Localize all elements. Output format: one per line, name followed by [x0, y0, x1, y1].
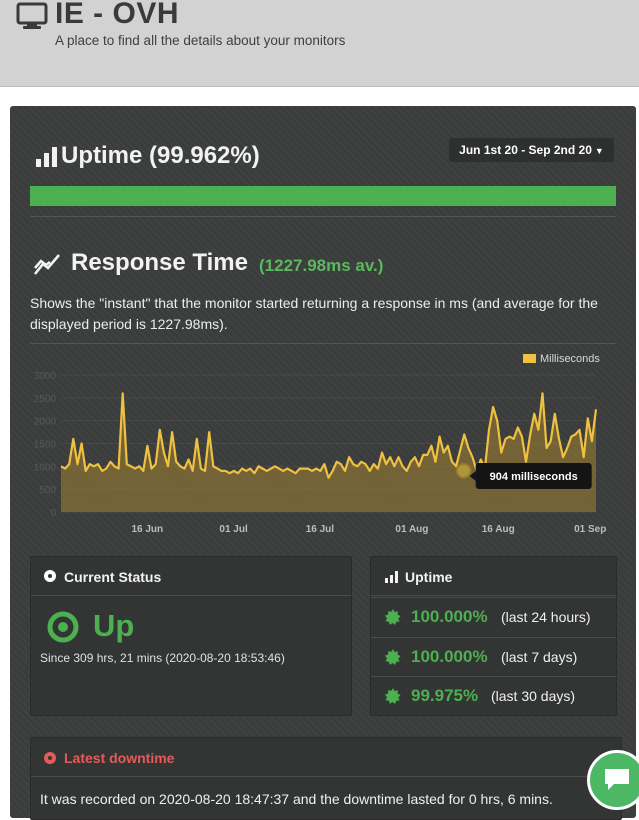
x-tick-label: 01 Sep: [574, 524, 606, 535]
y-tick-label: 1500: [34, 440, 57, 451]
bar-chart-icon: [385, 571, 398, 583]
y-tick-label: 0: [50, 508, 56, 519]
uptime-row: 100.000% (last 24 hours): [371, 597, 616, 636]
x-tick-label: 16 Jun: [131, 524, 163, 535]
status-since: Since 309 hrs, 21 mins (2020-08-20 18:53…: [40, 651, 285, 665]
area-fill: [61, 393, 596, 512]
status-value: Up: [93, 608, 135, 643]
uptime-period: (last 30 days): [491, 688, 576, 704]
y-tick-label: 1000: [34, 462, 57, 473]
chat-button[interactable]: [587, 750, 639, 810]
badge-icon: [385, 609, 401, 625]
response-time-description: Shows the "instant" that the monitor sta…: [30, 295, 598, 332]
x-tick-label: 01 Jul: [219, 524, 248, 535]
alert-dot-icon: [44, 752, 56, 764]
uptime-period: (last 24 hours): [501, 609, 591, 625]
current-status-header: Current Status: [31, 557, 351, 596]
uptime-card-header: Uptime: [371, 557, 616, 596]
tooltip-marker: [455, 462, 472, 479]
uptime-card: Uptime 100.000% (last 24 hours) 100.000%…: [370, 556, 617, 716]
badge-icon: [385, 649, 401, 665]
chat-bubble-icon: [605, 769, 629, 790]
latest-downtime-label: Latest downtime: [64, 750, 175, 766]
response-time-average: (1227.98ms av.): [259, 256, 384, 275]
legend-label: Milliseconds: [540, 353, 600, 365]
uptime-row: 99.975% (last 30 days): [371, 676, 616, 715]
monitor-icon: [16, 2, 48, 29]
uptime-title: Uptime (99.962%): [61, 142, 260, 169]
status-up-icon: [47, 611, 79, 643]
page-header: IE - OVH A place to find all the details…: [0, 0, 639, 87]
response-time-title: Response Time: [71, 249, 248, 276]
date-range-dropdown[interactable]: Jun 1st 20 - Sep 2nd 20 ▼: [449, 138, 614, 162]
x-tick-label: 01 Aug: [395, 524, 428, 535]
legend-swatch: [523, 354, 536, 363]
x-tick-label: 16 Jul: [306, 524, 335, 535]
y-tick-label: 2000: [34, 417, 57, 428]
divider: [30, 216, 616, 217]
response-time-chart[interactable]: 3000 2500 2000 1500 1000 500 0 16 Jun 01 Jul 16 J…: [30, 346, 616, 546]
latest-downtime-text: It was recorded on 2020-08-20 18:47:37 a…: [40, 791, 553, 807]
uptime-card-label: Uptime: [405, 569, 453, 585]
current-status-label: Current Status: [64, 569, 162, 585]
uptime-row: 100.000% (last 7 days): [371, 637, 616, 676]
latest-downtime-card: Latest downtime It was recorded on 2020-…: [30, 737, 622, 820]
uptime-percent: 100.000%: [411, 607, 488, 626]
uptime-period: (last 7 days): [501, 649, 578, 665]
line-chart-icon: [33, 254, 60, 275]
badge-icon: [385, 688, 401, 704]
uptime-bar: [30, 186, 616, 206]
page-subtitle: A place to find all the details about yo…: [55, 33, 346, 48]
latest-downtime-header: Latest downtime: [31, 738, 621, 777]
page-title: IE - OVH: [55, 0, 180, 30]
x-tick-label: 16 Aug: [482, 524, 515, 535]
current-status-card: Current Status Up Since 309 hrs, 21 mins…: [30, 556, 352, 716]
uptime-percent: 99.975%: [411, 686, 479, 705]
circle-dot-icon: [44, 570, 56, 582]
tooltip-label: 904 milliseconds: [490, 471, 578, 483]
bar-chart-icon: [36, 147, 57, 167]
divider: [30, 343, 616, 344]
uptime-percent: 100.000%: [411, 647, 488, 666]
y-tick-label: 2500: [34, 394, 57, 405]
y-tick-label: 500: [39, 485, 56, 496]
date-range-label: Jun 1st 20 - Sep 2nd 20: [459, 143, 592, 157]
y-tick-label: 3000: [34, 371, 57, 382]
caret-down-icon: ▼: [594, 146, 604, 156]
